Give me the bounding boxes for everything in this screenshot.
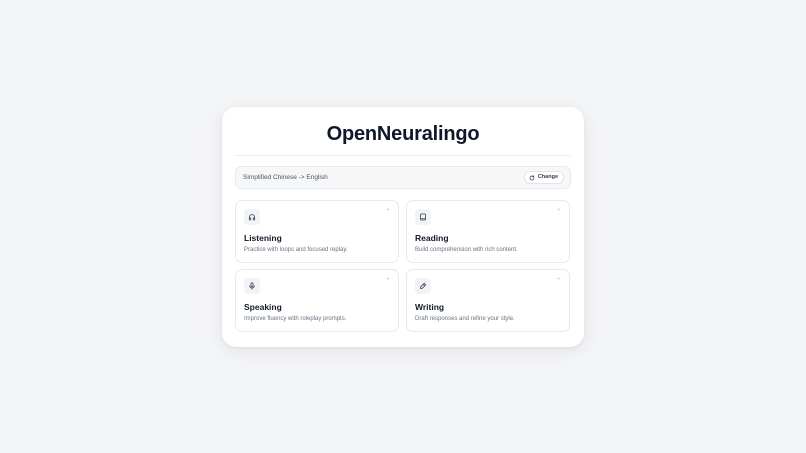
language-pair-text: Simplified Chinese -> English: [243, 174, 328, 181]
tile-description: Draft responses and refine your style.: [415, 316, 515, 322]
tile-reading[interactable]: + Reading Build comprehension with rich …: [406, 200, 570, 263]
page: OpenNeuralingo Simplified Chinese -> Eng…: [0, 0, 806, 453]
divider: [235, 155, 571, 156]
language-pair-bar: Simplified Chinese -> English Change: [235, 166, 571, 189]
tile-speaking[interactable]: + Speaking Improve fluency with roleplay…: [235, 269, 399, 332]
tile-title: Listening: [244, 233, 282, 243]
tile-description: Build comprehension with rich content.: [415, 247, 518, 253]
headphones-icon: [244, 209, 260, 225]
plus-icon: +: [385, 276, 390, 283]
plus-icon: +: [556, 207, 561, 214]
plus-icon: +: [385, 207, 390, 214]
tile-description: Practice with loops and focused replay.: [244, 247, 348, 253]
tile-listening[interactable]: + Listening Practice with loops and focu…: [235, 200, 399, 263]
home-card: OpenNeuralingo Simplified Chinese -> Eng…: [222, 107, 584, 347]
refresh-icon: [529, 174, 535, 181]
pen-icon: [415, 278, 431, 294]
app-title: OpenNeuralingo: [326, 123, 480, 145]
plus-icon: +: [556, 276, 561, 283]
tile-title: Writing: [415, 302, 445, 312]
tile-description: Improve fluency with roleplay prompts.: [244, 316, 347, 322]
tile-writing[interactable]: + Writing Draft responses and refine you…: [406, 269, 570, 332]
tile-title: Speaking: [244, 302, 282, 312]
tile-title: Reading: [415, 233, 449, 243]
microphone-icon: [244, 278, 260, 294]
change-language-label: Change: [537, 174, 558, 180]
book-icon: [415, 209, 431, 225]
change-language-button[interactable]: Change: [523, 171, 564, 184]
